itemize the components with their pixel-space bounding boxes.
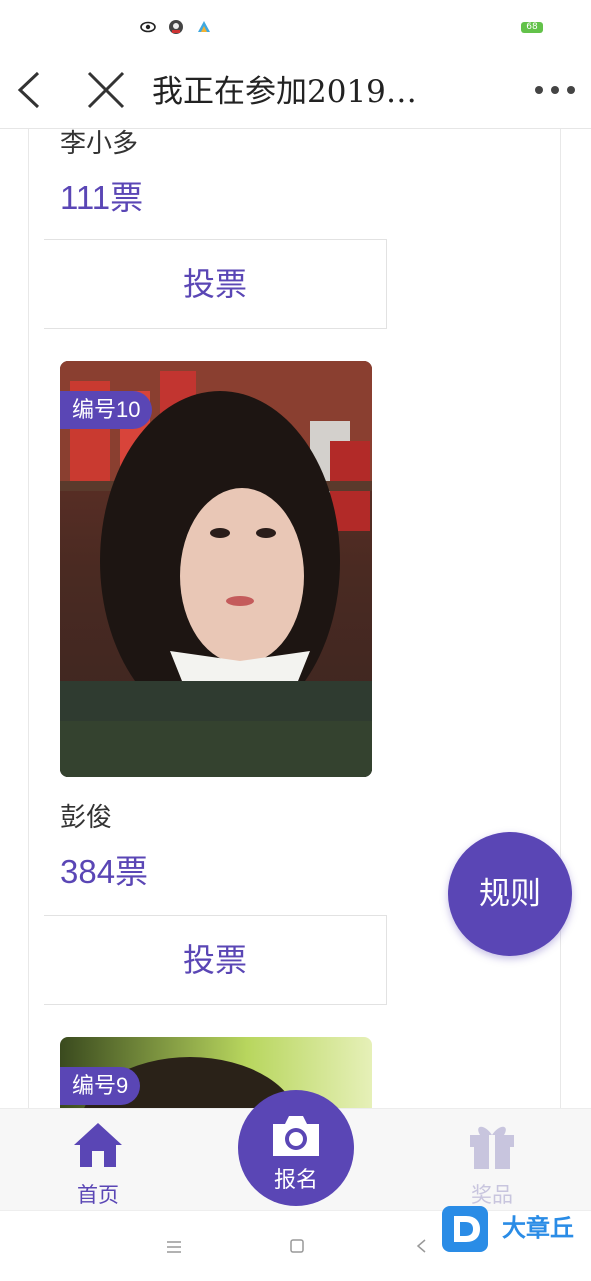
entries-list[interactable]: 李小多 111票 投票 编号10 彭俊 384票 投票 编号9 xyxy=(0,129,591,1109)
tab-home-label: 首页 xyxy=(77,1184,119,1207)
avatar-app-icon xyxy=(168,19,184,35)
maps-app-icon xyxy=(196,19,212,35)
watermark-d-icon xyxy=(440,1204,490,1254)
rules-button[interactable]: 规则 xyxy=(448,832,572,956)
tab-home[interactable]: 首页 xyxy=(38,1109,158,1211)
close-icon[interactable] xyxy=(86,70,126,110)
home-icon xyxy=(72,1119,124,1171)
back-triangle-icon[interactable] xyxy=(414,1238,428,1254)
entry-photo[interactable]: 编号10 xyxy=(60,361,372,777)
vote-button[interactable]: 投票 xyxy=(44,239,387,329)
entry-name: 彭俊 xyxy=(60,802,113,832)
signup-button[interactable]: 报名 xyxy=(238,1090,354,1206)
watermark-logo: 大章丘 xyxy=(440,1204,590,1256)
list-divider-left xyxy=(28,129,29,1109)
home-square-icon[interactable] xyxy=(289,1238,305,1254)
entry-votes: 384票 xyxy=(60,853,149,890)
entry-card: 编号9 xyxy=(44,1037,388,1109)
entry-card: 编号10 彭俊 384票 投票 xyxy=(44,361,388,1011)
page-title: 我正在参加2019… xyxy=(152,74,417,110)
entry-card: 李小多 111票 投票 xyxy=(44,129,388,331)
battery-indicator: 68 xyxy=(521,22,543,33)
watermark-text: 大章丘 xyxy=(502,1215,574,1242)
chevron-left-icon[interactable] xyxy=(14,70,48,110)
vote-button[interactable]: 投票 xyxy=(44,915,387,1005)
signup-label: 报名 xyxy=(273,1167,318,1192)
list-divider-right xyxy=(560,129,561,1109)
nav-bar: 我正在参加2019… xyxy=(0,56,591,129)
status-bar: 68 xyxy=(0,0,591,56)
entry-votes: 111票 xyxy=(60,179,144,216)
more-dots-icon[interactable] xyxy=(533,74,577,106)
tab-prizes[interactable]: 奖品 xyxy=(432,1109,552,1211)
menu-icon[interactable] xyxy=(166,1239,182,1253)
entry-number-badge: 编号9 xyxy=(60,1067,141,1105)
camera-icon xyxy=(269,1114,323,1158)
eye-app-icon xyxy=(140,19,156,35)
gift-icon xyxy=(466,1119,518,1171)
entry-number-badge: 编号10 xyxy=(60,391,153,429)
entry-name: 李小多 xyxy=(60,129,139,158)
